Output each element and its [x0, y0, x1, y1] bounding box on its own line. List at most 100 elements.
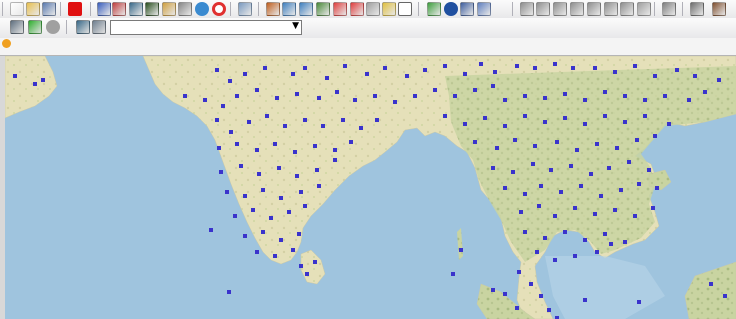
map-point[interactable] — [273, 142, 277, 146]
map-point[interactable] — [533, 144, 537, 148]
circle-icon[interactable] — [46, 20, 60, 34]
map-point[interactable] — [251, 208, 255, 212]
map-point[interactable] — [375, 118, 379, 122]
pan-icon[interactable] — [398, 2, 412, 16]
comment-icon[interactable] — [662, 2, 676, 16]
map-point[interactable] — [583, 122, 587, 126]
map-point[interactable] — [255, 88, 259, 92]
map-point[interactable] — [623, 94, 627, 98]
map-point[interactable] — [703, 90, 707, 94]
map-point[interactable] — [609, 242, 613, 246]
map-point[interactable] — [443, 64, 447, 68]
map-point[interactable] — [341, 118, 345, 122]
map-point[interactable] — [277, 166, 281, 170]
map-point[interactable] — [579, 184, 583, 188]
map-point[interactable] — [555, 140, 559, 144]
map-point[interactable] — [393, 100, 397, 104]
map-point[interactable] — [653, 74, 657, 78]
zoom-out-icon[interactable] — [299, 2, 313, 16]
map-point[interactable] — [503, 124, 507, 128]
map-point[interactable] — [273, 254, 277, 258]
zoom-fixed-icon[interactable] — [350, 2, 364, 16]
map-point[interactable] — [333, 148, 337, 152]
map-canvas[interactable] — [5, 56, 736, 319]
map-point[interactable] — [305, 272, 309, 276]
map-point[interactable] — [443, 114, 447, 118]
map-point[interactable] — [569, 164, 573, 168]
map-point[interactable] — [209, 228, 213, 232]
map-point[interactable] — [723, 294, 727, 298]
map-point[interactable] — [473, 88, 477, 92]
map-point[interactable] — [335, 90, 339, 94]
map-point[interactable] — [243, 234, 247, 238]
map-point[interactable] — [583, 298, 587, 302]
map-point[interactable] — [349, 140, 353, 144]
map-point[interactable] — [653, 134, 657, 138]
map-point[interactable] — [261, 230, 265, 234]
map-point[interactable] — [325, 76, 329, 80]
map-point[interactable] — [635, 138, 639, 142]
map-point[interactable] — [607, 166, 611, 170]
map-point[interactable] — [553, 214, 557, 218]
map-point[interactable] — [299, 190, 303, 194]
map-point[interactable] — [573, 254, 577, 258]
map-point[interactable] — [239, 164, 243, 168]
map-point[interactable] — [303, 118, 307, 122]
map-point[interactable] — [563, 230, 567, 234]
map-point[interactable] — [365, 72, 369, 76]
map-point[interactable] — [559, 190, 563, 194]
map-point[interactable] — [275, 96, 279, 100]
layer-list-icon[interactable] — [10, 20, 24, 34]
table-icon[interactable] — [92, 20, 106, 34]
map-point[interactable] — [633, 64, 637, 68]
map-point[interactable] — [287, 210, 291, 214]
map-point[interactable] — [603, 232, 607, 236]
map-point[interactable] — [303, 204, 307, 208]
map-point[interactable] — [203, 98, 207, 102]
map-point[interactable] — [228, 79, 232, 83]
map-point[interactable] — [243, 194, 247, 198]
layer-props-icon[interactable] — [76, 20, 90, 34]
map-point[interactable] — [537, 204, 541, 208]
zoom-layer-icon[interactable] — [145, 2, 159, 16]
full-extent-icon[interactable] — [333, 2, 347, 16]
map-point[interactable] — [221, 104, 225, 108]
select-lasso-icon[interactable] — [570, 2, 584, 16]
map-point[interactable] — [513, 138, 517, 142]
map-point[interactable] — [595, 142, 599, 146]
save-icon[interactable] — [42, 2, 56, 16]
layers-icon[interactable] — [316, 2, 330, 16]
map-point[interactable] — [717, 78, 721, 82]
info-globe-icon[interactable] — [195, 2, 209, 16]
stop-icon[interactable] — [68, 2, 82, 16]
map-point[interactable] — [593, 66, 597, 70]
chevron-down-icon[interactable]: ▼ — [292, 21, 299, 31]
map-point[interactable] — [573, 206, 577, 210]
map-point[interactable] — [515, 64, 519, 68]
map-point[interactable] — [269, 216, 273, 220]
map-point[interactable] — [353, 98, 357, 102]
map-point[interactable] — [333, 158, 337, 162]
select-polygon-icon[interactable] — [553, 2, 567, 16]
map-point[interactable] — [359, 126, 363, 130]
map-point[interactable] — [595, 250, 599, 254]
target-icon[interactable] — [212, 2, 226, 16]
select-radius-icon[interactable] — [587, 2, 601, 16]
map-point[interactable] — [459, 248, 463, 252]
map-point[interactable] — [583, 98, 587, 102]
map-point[interactable] — [627, 160, 631, 164]
map-point[interactable] — [493, 70, 497, 74]
map-point[interactable] — [225, 190, 229, 194]
map-point[interactable] — [643, 98, 647, 102]
map-point[interactable] — [343, 64, 347, 68]
map-point[interactable] — [543, 120, 547, 124]
select-shape-icon[interactable] — [620, 2, 634, 16]
map-point[interactable] — [495, 146, 499, 150]
map-point[interactable] — [279, 196, 283, 200]
identify-icon[interactable] — [444, 2, 458, 16]
map-point[interactable] — [647, 168, 651, 172]
map-point[interactable] — [523, 94, 527, 98]
map-point[interactable] — [637, 182, 641, 186]
map-point[interactable] — [183, 94, 187, 98]
map-point[interactable] — [383, 66, 387, 70]
